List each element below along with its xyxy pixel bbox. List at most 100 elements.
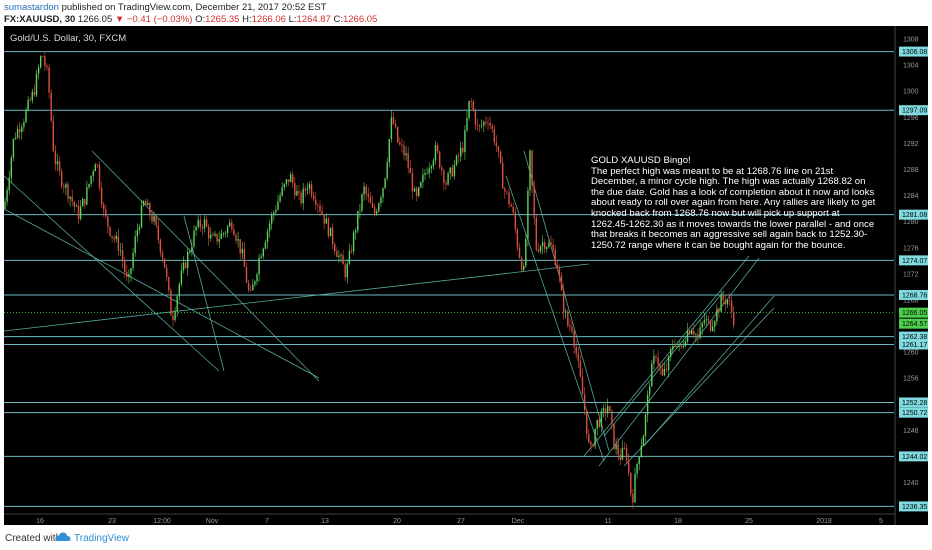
candle-body xyxy=(535,217,537,250)
candle-body xyxy=(447,173,449,185)
candle-body xyxy=(667,356,670,371)
candle-body xyxy=(432,160,435,167)
candle-body xyxy=(497,146,500,152)
close-value: 1266.05 xyxy=(342,14,378,25)
candle-body xyxy=(615,444,617,450)
close-label: C: xyxy=(333,14,343,25)
candle-body xyxy=(346,263,348,278)
candle-body xyxy=(69,196,71,199)
candle-body xyxy=(231,222,233,230)
candle-body xyxy=(166,267,168,278)
candle-body xyxy=(161,252,164,259)
candle-body xyxy=(367,193,369,197)
candle-body xyxy=(617,444,619,455)
open-label: O: xyxy=(195,14,206,25)
candle-body xyxy=(229,222,231,227)
candle-body xyxy=(315,199,317,205)
candle-body xyxy=(27,99,29,110)
candle-body xyxy=(548,243,550,248)
candle-body xyxy=(638,456,640,464)
price-chart[interactable]: 1240124412481252125612601264126812721276… xyxy=(4,26,928,525)
candle-body xyxy=(625,448,628,461)
candle-body xyxy=(136,230,138,237)
candle-body xyxy=(310,184,313,196)
annotation-note[interactable]: GOLD XAUUSD Bingo! The perfect high was … xyxy=(591,155,879,251)
candle-body xyxy=(365,186,367,194)
candle-body xyxy=(250,290,252,291)
candle-body xyxy=(474,110,477,125)
candle-body xyxy=(670,349,672,357)
level-price-label: 1306.08 xyxy=(902,49,927,56)
candle-body xyxy=(686,330,689,342)
x-tick-label: Nov xyxy=(206,518,219,525)
price-change: ▼ −0.41 (−0.03%) xyxy=(114,14,193,25)
candle-body xyxy=(77,205,80,219)
partial-price-label: 1264.57 xyxy=(902,321,927,328)
candle-body xyxy=(245,266,248,283)
candle-body xyxy=(191,246,193,252)
candle-body xyxy=(12,138,15,158)
candle-body xyxy=(212,234,214,236)
candle-body xyxy=(199,219,201,228)
candle-body xyxy=(352,232,355,252)
candle-body xyxy=(336,251,338,258)
candle-body xyxy=(84,198,86,205)
candle-body xyxy=(716,308,718,322)
candle-body xyxy=(640,445,642,457)
candle-body xyxy=(418,187,420,197)
candle-body xyxy=(399,142,401,145)
candle-body xyxy=(594,428,596,447)
candle-body xyxy=(25,109,27,122)
candle-body xyxy=(285,179,288,184)
candle-body xyxy=(730,300,733,312)
candle-body xyxy=(96,164,99,166)
candle-body xyxy=(126,271,128,277)
candle-body xyxy=(319,205,321,212)
level-price-label: 1250.72 xyxy=(902,410,927,417)
candle-body xyxy=(338,255,340,258)
candle-body xyxy=(583,394,586,411)
candle-body xyxy=(264,242,267,249)
candle-body xyxy=(554,249,556,265)
candle-body xyxy=(302,188,304,204)
candle-body xyxy=(331,227,334,245)
x-tick-label: 23 xyxy=(108,518,116,525)
author-link[interactable]: sumastardon xyxy=(4,2,59,13)
candle-body xyxy=(401,144,403,146)
chart-area[interactable]: 1240124412481252125612601264126812721276… xyxy=(4,26,928,525)
candle-body xyxy=(457,155,460,157)
level-price-label: 1244.02 xyxy=(902,454,927,461)
candle-body xyxy=(430,166,432,169)
candle-body xyxy=(512,206,514,213)
symbol-label[interactable]: FX:XAUUSD, 30 xyxy=(4,14,75,25)
candle-body xyxy=(397,127,399,143)
candle-body xyxy=(90,175,92,184)
candle-body xyxy=(237,239,239,241)
candle-body xyxy=(504,188,506,192)
candle-body xyxy=(14,137,17,139)
candle-body xyxy=(155,216,157,226)
candle-body xyxy=(323,214,325,224)
candle-body xyxy=(712,326,714,331)
publish-info: published on TradingView.com, December 2… xyxy=(61,2,327,13)
candle-body xyxy=(567,311,569,326)
candle-body xyxy=(369,196,372,204)
candle-body xyxy=(569,325,571,328)
candle-body xyxy=(680,345,682,347)
y-tick-label: 1296 xyxy=(903,115,919,122)
candle-body xyxy=(518,247,521,258)
tradingview-logo-text[interactable]: TradingView xyxy=(74,533,129,544)
candle-body xyxy=(214,233,216,236)
candle-body xyxy=(409,167,411,174)
candle-body xyxy=(361,194,363,211)
candle-body xyxy=(37,67,40,74)
candle-body xyxy=(182,262,185,271)
candle-body xyxy=(581,376,584,395)
candle-body xyxy=(478,125,481,127)
candle-body xyxy=(6,190,8,202)
candle-body xyxy=(157,225,159,240)
candle-body xyxy=(693,330,695,335)
candle-body xyxy=(481,125,483,127)
candle-body xyxy=(382,188,384,198)
y-tick-label: 1260 xyxy=(903,350,919,357)
